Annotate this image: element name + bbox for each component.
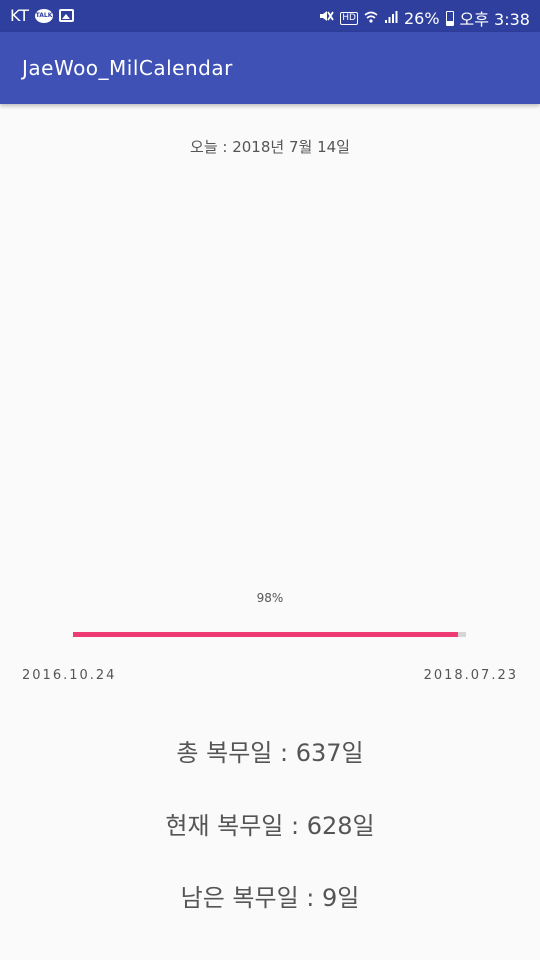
today-date-label: 오늘 : 2018년 7월 14일 [190, 138, 350, 156]
battery-percent: 26% [403, 8, 440, 28]
progress-percent-label: 98% [256, 591, 284, 605]
signal-icon [384, 9, 398, 28]
image-icon [59, 9, 75, 22]
status-left: KT TALK [10, 6, 75, 25]
service-progress-bar [73, 632, 466, 637]
remaining-service-days: 남은 복무일 : 9일 [180, 884, 360, 912]
status-bar: KT TALK HD 26% 오후 3:38 [0, 0, 540, 32]
battery-icon [445, 10, 454, 26]
current-service-days: 현재 복무일 : 628일 [165, 812, 375, 840]
discharge-date-label: 2018.07.23 [423, 668, 518, 683]
app-bar: JaeWoo_MilCalendar [0, 32, 540, 104]
carrier-label: KT [10, 6, 30, 25]
wifi-icon [364, 9, 378, 28]
status-right: HD 26% 오후 3:38 [318, 6, 530, 30]
enlistment-date-label: 2016.10.24 [22, 668, 117, 683]
clock: 오후 3:38 [459, 10, 530, 29]
service-progress-fill [73, 632, 459, 637]
hd-voice-icon: HD [340, 11, 358, 25]
mute-icon [318, 8, 335, 28]
total-service-days: 총 복무일 : 637일 [176, 739, 364, 767]
kakaotalk-icon: TALK [35, 8, 54, 23]
app-title: JaeWoo_MilCalendar [22, 56, 233, 80]
